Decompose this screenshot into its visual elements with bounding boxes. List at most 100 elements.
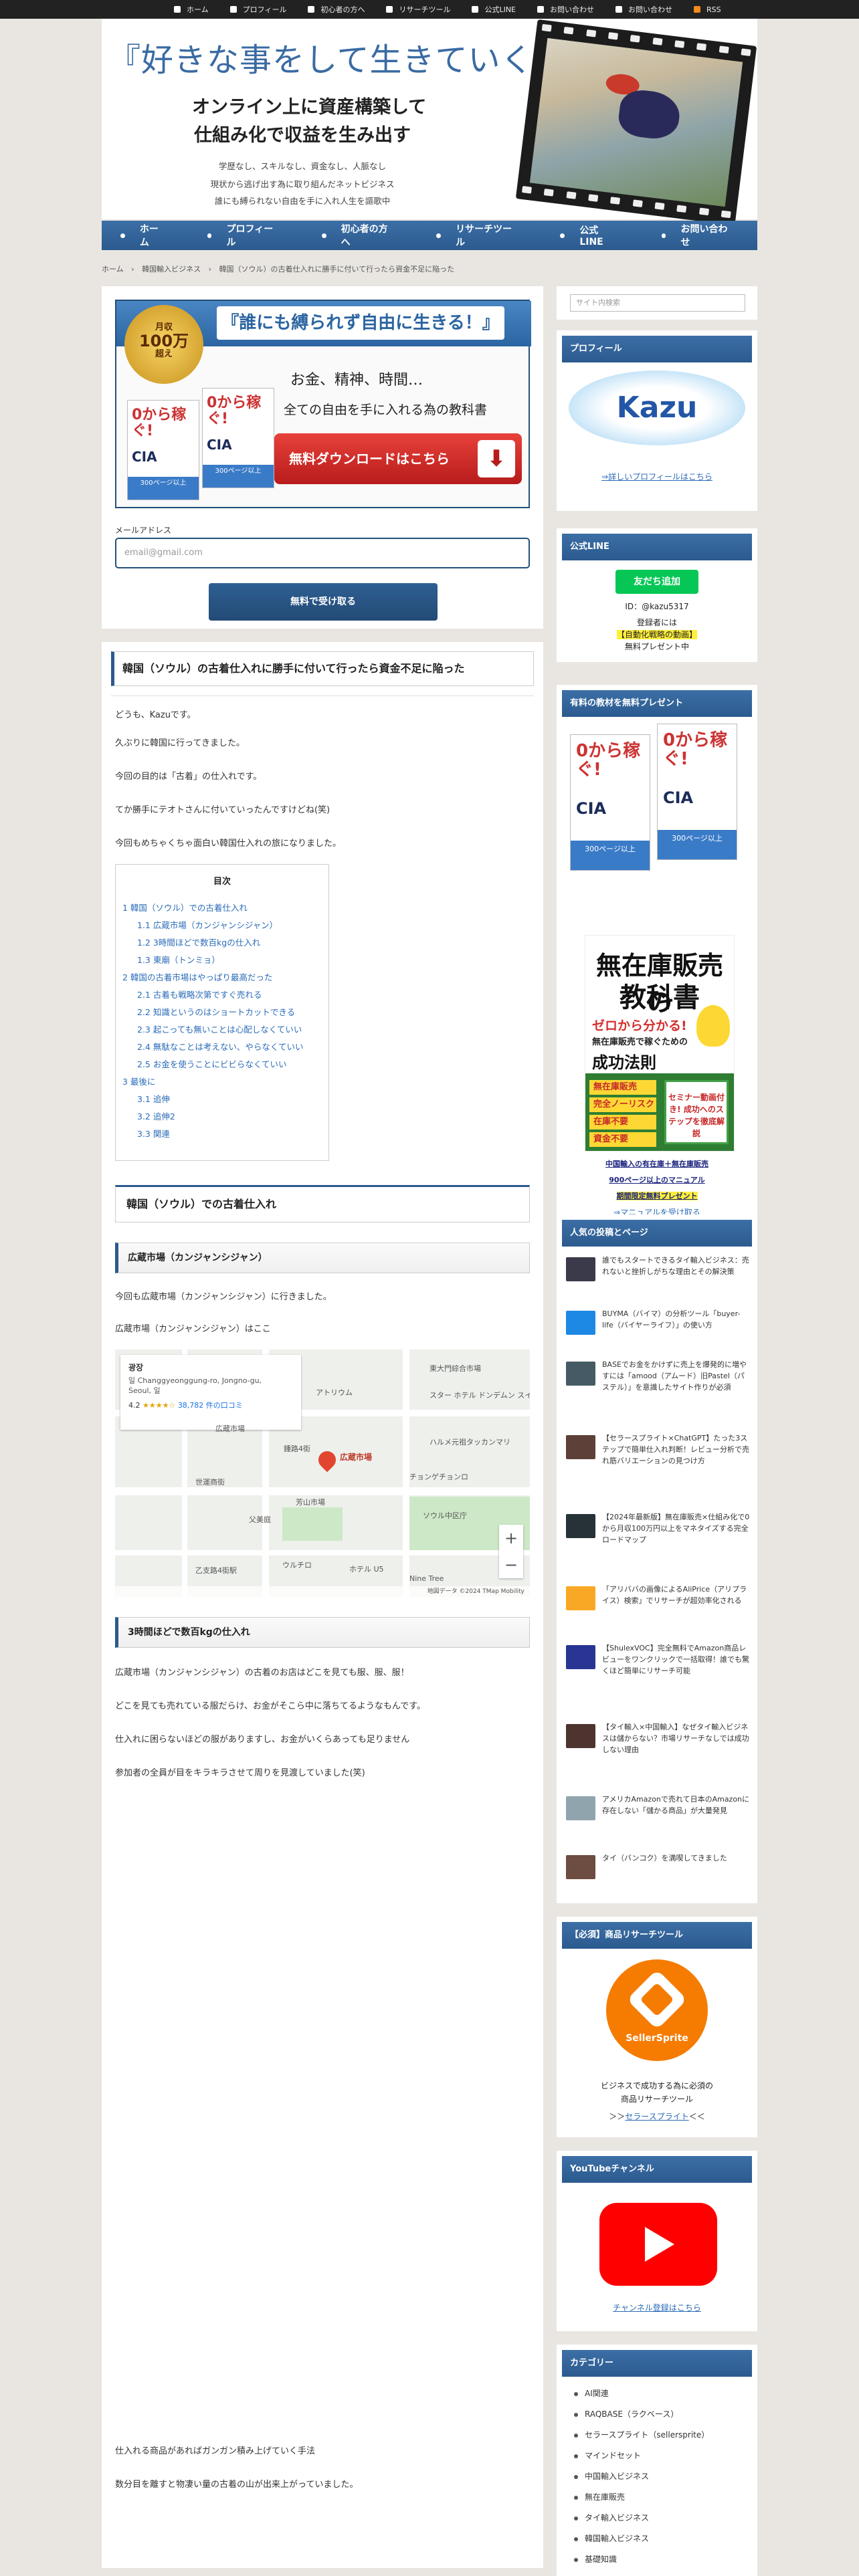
toc-link[interactable]: 2.5 お金を使うことにビビらなくていい [137,1057,286,1070]
category-link[interactable]: セラースプライト（sellersprite） [574,2429,709,2440]
bullet-icon [207,233,212,238]
medal-badge: 月収 100万 超え [124,305,203,384]
toc-link[interactable]: 1.2 3時間ほどで数百kgの仕入れ [137,936,260,948]
tool-link-row: ＞＞セラースプライト＜＜ [609,2112,705,2121]
paragraph: 参加者の全員が目をキラキラさせて周りを見渡していました(笑) [115,1768,365,1778]
paragraph: 広蔵市場（カンジャンシジャン）の古着のお店はどこを見ても服、服、服！ [115,1668,409,1678]
toc-link[interactable]: 3.1 追伸 [137,1092,170,1105]
site-search-input[interactable]: サイト内検索 [570,294,745,312]
category-link[interactable]: AI関連 [574,2387,609,2399]
nav-profile[interactable]: プロフィール [189,221,303,250]
toc-link[interactable]: 2.4 無駄なことは考えない、やらなくていい [137,1040,303,1053]
submit-button[interactable]: 無料で受け取る [209,583,438,621]
toc-link[interactable]: 3.3 関連 [137,1127,170,1140]
category-link[interactable]: 中国輸入ビジネス [574,2470,649,2482]
breadcrumb-home[interactable]: ホーム [102,265,124,274]
star-rating-icon: ★★★★☆ [142,1401,176,1410]
square-icon [472,6,479,13]
popular-post[interactable]: タイ（バンコク）を満喫してきました [566,1852,751,1895]
popular-post[interactable]: 【タイ輸入×中国輸入】なぜタイ輸入ビジネスは儲からない？市場リサーチなしでは成功… [566,1721,751,1764]
ebook-cover[interactable]: 0から稼ぐ! CIA 300ページ以上 [657,724,737,860]
paragraph: 今回の目的は「古着」の仕入れです。 [115,772,262,782]
download-button[interactable]: 無料ダウンロードはこちら ⬇ [274,433,522,484]
youtube-subscribe-link[interactable]: チャンネル登録はこちら [557,2302,757,2313]
map-place-card[interactable]: 광장 일 Changgyeonggung-ro, Jongno-gu, Seou… [120,1355,301,1430]
topnav-contact-2[interactable]: お問い合わせ [615,4,672,15]
category-link[interactable]: タイ輸入ビジネス [574,2512,649,2523]
popular-post[interactable]: 【ShulexVOC】完全無料でAmazon商品レビューをワンクリックで一括取得… [566,1642,751,1685]
toc-link[interactable]: 1.1 広蔵市場（カンジャンシジャン） [137,918,278,931]
square-icon [386,6,393,13]
line-text: 無料プレゼント中 [624,642,689,651]
site-header: 『好きな事をして生きていく』 オンライン上に資産構築して 仕組み化で収益を生み出… [102,19,757,226]
ebook-cover: 0から稼ぐ! CIA 300ページ以上 [202,388,274,488]
site-title[interactable]: 『好きな事をして生きていく』 [108,33,567,80]
table-of-contents: 目次 1 韓国（ソウル）での古着仕入れ 1.1 広蔵市場（カンジャンシジャン） … [115,864,329,1161]
zoom-out-button[interactable]: − [499,1551,523,1578]
banner-line-1: お金、精神、時間… [290,372,423,389]
embedded-map[interactable]: 광장 일 Changgyeonggung-ro, Jongno-gu, Seou… [115,1350,530,1597]
bullet-icon [120,233,125,238]
section-heading: 韓国（ソウル）での古着仕入れ [115,1185,530,1222]
line-add-friend-button[interactable]: 友だち追加 [615,570,698,594]
bullet-icon [574,2433,578,2438]
category-link[interactable]: 基礎知識 [574,2553,617,2565]
muzaiko-ebook-cover[interactable]: 無在庫販売の 教科書 ゼロから分かる! 無在庫販売で稼ぐための 成功法則 無在庫… [585,935,735,1152]
profile-link[interactable]: ⇒詳しいプロフィールはこちら [557,471,757,482]
tool-text: ビジネスで成功する為に必須の [600,2081,713,2090]
topnav-contact[interactable]: お問い合わせ [537,4,594,15]
youtube-icon[interactable] [599,2203,717,2286]
category-link[interactable]: 韓国輸入ビジネス [574,2533,649,2544]
topnav-line[interactable]: 公式LINE [472,4,516,15]
gift-text: 中国輸入の有在庫＋無在庫販売 [605,1160,708,1168]
post-thumbnail [566,1362,595,1386]
category-link[interactable]: マインドセット [574,2450,641,2461]
popular-post[interactable]: 「アリババの画像によるAliPrice（アリプライス）検索」でリサーチが超効率化… [566,1584,751,1626]
toc-link[interactable]: 2.3 起こっても無いことは心配しなくていい [137,1023,302,1035]
email-input[interactable]: email@gmail.com [115,538,530,568]
header-subtitle-1: オンライン上に資産構築して [192,97,427,118]
kazu-logo[interactable]: Kazu [569,370,745,445]
nav-beginners[interactable]: 初心者の方へ [303,221,417,250]
skydiving-photo [529,37,743,207]
toc-link[interactable]: 3.2 追伸2 [137,1109,175,1122]
nav-line[interactable]: 公式LINE [541,221,642,250]
widget-heading: YouTubeチャンネル [562,2156,752,2183]
paragraph: 今回も広蔵市場（カンジャンシジャン）に行きました。 [115,1292,332,1302]
ebook-cover[interactable]: 0から稼ぐ! CIA 300ページ以上 [570,734,650,871]
toc-link[interactable]: 3 最後に [122,1075,155,1087]
topnav-beginners[interactable]: 初心者の方へ [308,4,365,15]
sellersprite-logo[interactable]: SellerSprite [606,1959,708,2061]
breadcrumb-category[interactable]: 韓国輸入ビジネス [142,265,201,274]
gift-widget: 有料の教材を無料プレゼント 0から稼ぐ! CIA 300ページ以上 0から稼ぐ!… [557,685,757,1225]
toc-link[interactable]: 1 韓国（ソウル）での古着仕入れ [122,901,248,914]
toc-link[interactable]: 1.3 東廟（トンミョ） [137,953,220,966]
category-link[interactable]: RAQBASE（ラクベース） [574,2408,678,2420]
popular-post[interactable]: 【2024年最新版】無在庫販売×仕組み化で0から月収100万円以上をマネタイズす… [566,1511,751,1554]
topnav-rss[interactable]: RSS [694,5,721,14]
sellersprite-link[interactable]: セラースプライト [625,2112,688,2121]
bullet-icon [574,2557,578,2562]
toc-link[interactable]: 2.1 古着も戦略次第ですぐ売れる [137,988,262,1000]
category-link[interactable]: 無在庫販売 [574,2491,625,2502]
toc-link[interactable]: 2 韓国の古着市場はやっぱり最高だった [122,970,272,983]
zoom-in-button[interactable]: + [499,1525,523,1551]
map-pin-icon[interactable] [314,1447,340,1473]
popular-post[interactable]: 誰でもスタートできるタイ輸入ビジネス：売れないと挫折しがちな理由とその解決策 [566,1255,751,1297]
ebook-cover: 0から稼ぐ! CIA 300ページ以上 [127,400,199,500]
optin-card: 『誰にも縛られず自由に生きる！』 月収 100万 超え 0から稼ぐ! CIA 3… [102,286,543,629]
nav-home[interactable]: ホーム [102,221,189,250]
main-nav: ホーム プロフィール 初心者の方へ リサーチツール 公式LINE お問い合わせ [102,221,757,250]
ebook-banner[interactable]: 『誰にも縛られず自由に生きる！』 月収 100万 超え 0から稼ぐ! CIA 3… [115,300,531,508]
nav-research[interactable]: リサーチツール [417,221,541,250]
popular-post[interactable]: アメリカAmazonで売れて日本のAmazonに存在しない「儲かる商品」が大量発… [566,1794,751,1836]
nav-contact[interactable]: お問い合わせ [643,221,757,250]
popular-post[interactable]: BASEでお金をかけずに売上を爆発的に増やすには「amood（アムード）旧Pas… [566,1359,751,1402]
topnav-research[interactable]: リサーチツール [386,4,450,15]
topnav-profile[interactable]: プロフィール [229,4,286,15]
topnav-home[interactable]: ホーム [174,4,209,15]
toc-link[interactable]: 2.2 知識というのはショートカットできる [137,1005,295,1018]
popular-post[interactable]: BUYMA（バイマ）の分析ツール「buyer-life（バイヤーライフ）」の使い… [566,1308,751,1351]
popular-post[interactable]: 【セラースプライト×ChatGPT】たった3ステップで簡単仕入れ判断！レビュー分… [566,1432,751,1475]
map-zoom-control[interactable]: + − [499,1525,523,1578]
